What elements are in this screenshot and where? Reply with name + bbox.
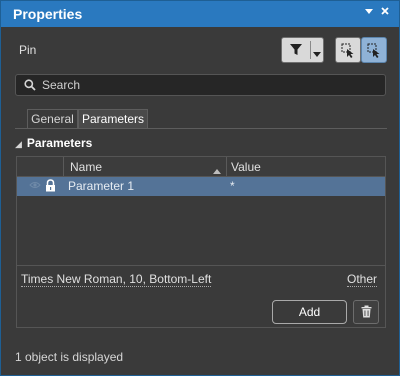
parameter-name-cell[interactable]: Parameter 1 — [68, 179, 134, 193]
panel-title: Properties — [13, 6, 83, 22]
font-settings-link[interactable]: Times New Roman, 10, Bottom-Left — [21, 273, 212, 287]
column-header-name[interactable]: Name — [70, 160, 102, 174]
lock-icon[interactable] — [45, 179, 56, 195]
visibility-eye-icon[interactable] — [29, 180, 41, 193]
delete-button[interactable] — [353, 300, 379, 324]
menu-triangle-icon[interactable] — [362, 6, 376, 20]
column-header-value[interactable]: Value — [231, 160, 261, 174]
search-box[interactable] — [15, 74, 386, 96]
select-mode-button[interactable] — [335, 37, 361, 63]
pointer-select-icon — [367, 43, 382, 61]
search-icon — [24, 79, 36, 94]
section-title: Parameters — [26, 136, 93, 150]
add-button[interactable]: Add — [272, 300, 347, 324]
select-objects-icon — [341, 43, 356, 61]
tab-parameters[interactable]: Parameters — [78, 109, 148, 129]
tab-general[interactable]: General — [27, 109, 78, 129]
panel-titlebar[interactable]: Properties — [1, 1, 399, 27]
sort-ascending-icon — [213, 163, 221, 177]
object-type-label: Pin — [19, 43, 37, 57]
close-icon[interactable] — [378, 6, 392, 20]
column-separator — [226, 157, 227, 176]
parameters-grid: Name Value Parameter 1 * Times New Roman… — [16, 156, 386, 328]
filter-icon — [289, 43, 303, 60]
button-divider — [310, 41, 311, 59]
grid-divider — [17, 265, 385, 266]
filter-button[interactable] — [281, 37, 324, 63]
grid-header: Name Value — [17, 157, 385, 177]
expand-triangle-icon[interactable]: ◢ — [15, 139, 22, 149]
status-bar-text: 1 object is displayed — [15, 350, 124, 364]
trash-icon — [361, 305, 372, 321]
select-pointer-button[interactable] — [361, 37, 387, 63]
tab-underline — [15, 128, 387, 129]
chevron-down-icon[interactable] — [313, 47, 321, 61]
table-row[interactable]: Parameter 1 * — [17, 177, 385, 196]
column-separator — [63, 157, 64, 176]
other-link[interactable]: Other — [347, 273, 378, 287]
parameter-value-cell[interactable]: * — [230, 179, 235, 193]
search-input[interactable] — [42, 77, 372, 93]
properties-panel: Properties Pin Search General Parameters… — [0, 0, 400, 376]
parameters-section-header[interactable]: ◢ Parameters — [15, 136, 92, 150]
